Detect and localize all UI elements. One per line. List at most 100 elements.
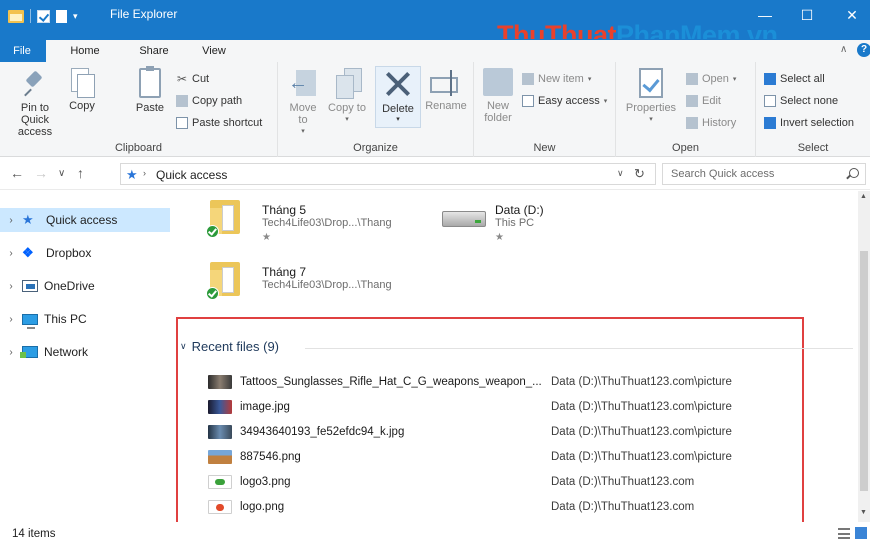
select-none-button[interactable]: Select none	[764, 92, 838, 110]
close-button[interactable]: ✕	[832, 6, 870, 28]
delete-dropdown-icon[interactable]: ▾	[376, 114, 420, 126]
invert-selection-button[interactable]: Invert selection	[764, 114, 854, 132]
breadcrumb-quick-access[interactable]: Quick access	[156, 168, 227, 182]
collapse-chevron-icon[interactable]: ∨	[180, 341, 187, 352]
open-button[interactable]: Open ▾	[686, 70, 736, 88]
sidebar-item-quick-access[interactable]: › ★ Quick access	[0, 208, 170, 232]
expand-chevron-icon[interactable]: ›	[0, 314, 22, 325]
maximize-button[interactable]: ☐	[787, 6, 827, 28]
copy-to-icon	[332, 68, 362, 99]
search-placeholder: Search Quick access	[671, 168, 775, 180]
file-location: Data (D:)\ThuThuat123.com\picture	[551, 425, 732, 438]
tab-file[interactable]: File	[0, 40, 44, 62]
expand-chevron-icon[interactable]: ›	[0, 248, 22, 259]
open-group: Properties ▾ Open ▾ Edit History Open	[616, 62, 756, 157]
forward-arrow-icon[interactable]: →	[34, 165, 48, 181]
large-icons-view-icon[interactable]	[855, 527, 867, 539]
scrollbar-thumb[interactable]	[860, 251, 868, 491]
clipboard-icon	[139, 66, 161, 98]
sidebar-item-this-pc[interactable]: › This PC	[0, 307, 170, 331]
edit-button[interactable]: Edit	[686, 92, 721, 110]
copy-button[interactable]: Copy	[64, 68, 100, 112]
recent-locations-icon[interactable]: ∨	[58, 168, 65, 179]
properties-button[interactable]: Properties ▾	[622, 68, 680, 126]
open-group-label: Open	[672, 142, 699, 154]
organize-group: Move to ▾ Copy to ▾ Delete ▾ Rename Orga…	[278, 62, 474, 157]
file-name: 887546.png	[240, 450, 301, 463]
file-location: Data (D:)\ThuThuat123.com\picture	[551, 375, 732, 388]
pinned-folder-thang-5[interactable]: Tháng 5 Tech4Life03\Drop...\Thang ★	[206, 197, 406, 247]
sidebar-item-onedrive[interactable]: › OneDrive	[0, 274, 170, 298]
help-icon[interactable]: ?	[857, 43, 870, 57]
delete-button[interactable]: Delete ▾	[375, 66, 421, 128]
copy-icon	[71, 68, 95, 98]
select-all-icon	[764, 73, 776, 85]
file-location: Data (D:)\ThuThuat123.com\picture	[551, 400, 732, 413]
edit-icon	[686, 95, 698, 107]
new-folder-button[interactable]: New folder	[480, 68, 516, 124]
quick-access-toolbar: ▾	[8, 9, 78, 23]
folder-icon	[206, 259, 240, 300]
tab-home[interactable]: Home	[46, 40, 124, 62]
expand-chevron-icon[interactable]: ›	[0, 215, 22, 226]
paste-button[interactable]: Paste	[132, 66, 168, 114]
dropbox-icon: ❖	[22, 245, 34, 260]
clipboard-group: Pin to Quick access Copy Paste ✂ Cut Cop…	[0, 62, 278, 157]
rename-button[interactable]: Rename	[424, 68, 468, 112]
address-bar[interactable]: ★ › Quick access ∨ ↻	[120, 163, 656, 185]
new-folder-page-icon[interactable]	[56, 9, 67, 23]
easy-access-icon	[522, 95, 534, 107]
paste-shortcut-button[interactable]: Paste shortcut	[176, 114, 262, 132]
vertical-scrollbar[interactable]: ▲ ▼	[858, 191, 870, 522]
copy-to-button[interactable]: Copy to ▾	[328, 68, 366, 126]
select-all-button[interactable]: Select all	[764, 70, 825, 88]
properties-check-icon[interactable]	[37, 9, 50, 23]
sidebar-item-dropbox[interactable]: › ❖ Dropbox	[0, 241, 170, 265]
breadcrumb-separator-icon[interactable]: ›	[143, 168, 146, 178]
move-to-button[interactable]: Move to ▾	[284, 68, 322, 138]
search-input[interactable]: Search Quick access	[662, 163, 866, 185]
pin-to-quick-access-button[interactable]: Pin to Quick access	[6, 68, 64, 138]
cut-button[interactable]: ✂ Cut	[176, 70, 209, 88]
new-folder-icon	[483, 68, 513, 96]
section-divider	[305, 348, 853, 349]
scroll-up-icon[interactable]: ▲	[860, 193, 867, 200]
pinned-folder-thang-7[interactable]: Tháng 7 Tech4Life03\Drop...\Thang	[206, 259, 406, 309]
address-dropdown-icon[interactable]: ∨	[617, 168, 624, 179]
easy-access-button[interactable]: Easy access ▾	[522, 92, 607, 110]
search-icon[interactable]	[849, 168, 859, 178]
new-item-button[interactable]: New item ▾	[522, 70, 591, 88]
tab-share[interactable]: Share	[124, 40, 184, 62]
list-item[interactable]: logo3.png Data (D:)\ThuThuat123.com	[208, 469, 768, 494]
tab-view[interactable]: View	[184, 40, 244, 62]
onedrive-icon	[22, 280, 38, 292]
expand-chevron-icon[interactable]: ›	[0, 347, 22, 358]
details-view-icon[interactable]	[838, 528, 850, 539]
minimize-button[interactable]: —	[745, 6, 785, 28]
list-item[interactable]: 887546.png Data (D:)\ThuThuat123.com\pic…	[208, 444, 768, 469]
recent-files-header[interactable]: ∨ Recent files (9)	[180, 339, 279, 354]
pinned-item-path: This PC	[495, 217, 535, 229]
pinned-drive-data[interactable]: Data (D:) This PC ★	[442, 197, 582, 247]
list-item[interactable]: logo.png Data (D:)\ThuThuat123.com	[208, 494, 768, 519]
back-arrow-icon[interactable]: ←	[10, 165, 24, 181]
copy-path-button[interactable]: Copy path	[176, 92, 242, 110]
sidebar-item-network[interactable]: › Network	[0, 340, 170, 364]
pin-icon: ★	[262, 232, 271, 243]
list-item[interactable]: 34943640193_fe52efdc94_k.jpg Data (D:)\T…	[208, 419, 768, 444]
refresh-icon[interactable]: ↻	[634, 166, 645, 182]
new-group-label: New	[533, 142, 556, 154]
scroll-down-icon[interactable]: ▼	[860, 509, 867, 516]
logo-thumbnail-icon	[208, 499, 232, 514]
delete-x-icon	[383, 69, 413, 99]
up-arrow-icon[interactable]: ↑	[77, 165, 84, 181]
collapse-ribbon-icon[interactable]: ∧	[840, 44, 847, 55]
expand-chevron-icon[interactable]: ›	[0, 281, 22, 292]
list-item[interactable]: Tattoos_Sunglasses_Rifle_Hat_C_G_weapons…	[208, 369, 768, 394]
list-item[interactable]: image.jpg Data (D:)\ThuThuat123.com\pict…	[208, 394, 768, 419]
properties-icon	[639, 68, 663, 98]
sidebar-item-label: OneDrive	[44, 279, 95, 293]
qat-dropdown-icon[interactable]: ▾	[73, 11, 78, 22]
history-button[interactable]: History	[686, 114, 736, 132]
pinned-item-path: Tech4Life03\Drop...\Thang	[262, 217, 392, 229]
